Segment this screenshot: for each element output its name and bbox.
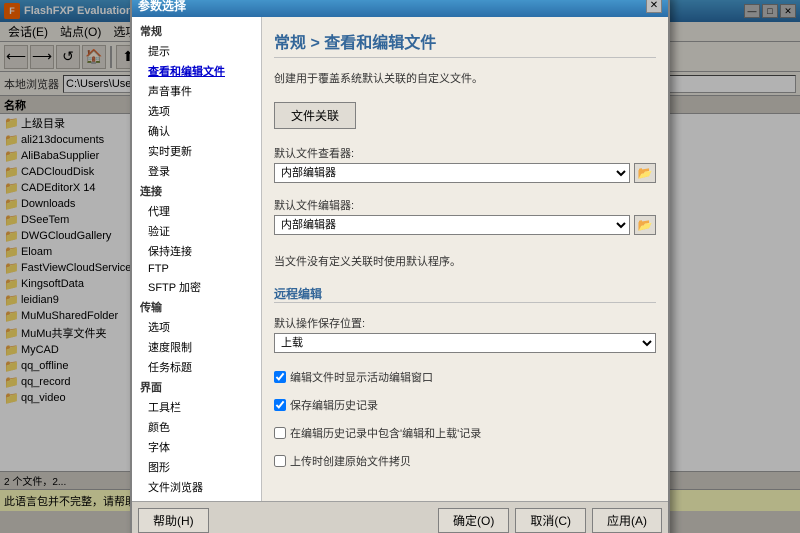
nav-item-fonts[interactable]: 字体	[132, 437, 261, 457]
nav-section-transfer: 传输	[132, 297, 261, 317]
checkbox-label-2: 保存编辑历史记录	[290, 397, 378, 413]
nav-item-prompt[interactable]: 提示	[132, 41, 261, 61]
nav-item-options[interactable]: 选项	[132, 101, 261, 121]
file-assoc-button[interactable]: 文件关联	[274, 102, 356, 129]
nav-item-transfer-options[interactable]: 选项	[132, 317, 261, 337]
viewer-select-row: 内部编辑器 📂	[274, 163, 656, 183]
nav-item-speed-limit[interactable]: 速度限制	[132, 337, 261, 357]
editor-browse-button[interactable]: 📂	[634, 215, 656, 235]
viewer-browse-button[interactable]: 📂	[634, 163, 656, 183]
modal-close-button[interactable]: ✕	[646, 0, 662, 13]
nav-item-sftp[interactable]: SFTP 加密	[132, 277, 261, 297]
nav-item-task-title[interactable]: 任务标题	[132, 357, 261, 377]
modal-overlay: 参数选择 ✕ 常规 提示 查看和编辑文件 声音事件 选项 确认 实时更新 登录 …	[0, 0, 800, 533]
modal-title-text: 参数选择	[138, 0, 186, 14]
nav-item-confirm[interactable]: 确认	[132, 121, 261, 141]
nav-item-file-browser[interactable]: 文件浏览器	[132, 477, 261, 497]
apply-button[interactable]: 应用(A)	[592, 508, 662, 533]
ok-button[interactable]: 确定(O)	[438, 508, 509, 533]
nav-section-ui: 界面	[132, 377, 261, 397]
viewer-form-row: 默认文件查看器: 内部编辑器 📂	[274, 145, 656, 183]
checkbox-row-2: 保存编辑历史记录	[274, 397, 656, 413]
modal-footer: 帮助(H) 确定(O) 取消(C) 应用(A)	[132, 501, 668, 533]
nav-item-auth[interactable]: 验证	[132, 221, 261, 241]
save-location-row: 默认操作保存位置: 上载 本地	[274, 315, 656, 353]
checkbox-save-history[interactable]	[274, 399, 286, 411]
nav-section-general: 常规	[132, 21, 261, 41]
cancel-button[interactable]: 取消(C)	[515, 508, 586, 533]
help-button[interactable]: 帮助(H)	[138, 508, 209, 533]
editor-label: 默认文件编辑器:	[274, 197, 656, 213]
modal-nav-panel: 常规 提示 查看和编辑文件 声音事件 选项 确认 实时更新 登录 连接 代理 验…	[132, 17, 262, 501]
content-title: 常规 > 查看和编辑文件	[274, 29, 656, 58]
nav-item-realtime[interactable]: 实时更新	[132, 141, 261, 161]
nav-item-colors[interactable]: 颜色	[132, 417, 261, 437]
save-location-label: 默认操作保存位置:	[274, 315, 656, 331]
nav-item-view-edit[interactable]: 查看和编辑文件	[132, 61, 261, 81]
no-assoc-text: 当文件没有定义关联时使用默认程序。	[274, 253, 656, 269]
modal-dialog: 参数选择 ✕ 常规 提示 查看和编辑文件 声音事件 选项 确认 实时更新 登录 …	[130, 0, 670, 533]
modal-title-bar: 参数选择 ✕	[132, 0, 668, 17]
save-location-select[interactable]: 上载 本地	[274, 333, 656, 353]
editor-select[interactable]: 内部编辑器	[274, 215, 630, 235]
checkbox-show-editor[interactable]	[274, 371, 286, 383]
checkbox-label-3: 在编辑历史记录中包含'编辑和上载'记录	[290, 425, 481, 441]
nav-item-sound[interactable]: 声音事件	[132, 81, 261, 101]
nav-item-proxy[interactable]: 代理	[132, 201, 261, 221]
checkbox-row-4: 上传时创建原始文件拷贝	[274, 453, 656, 469]
checkbox-label-4: 上传时创建原始文件拷贝	[290, 453, 411, 469]
modal-content-panel: 常规 > 查看和编辑文件 创建用于覆盖系统默认关联的自定义文件。 文件关联 默认…	[262, 17, 668, 501]
viewer-label: 默认文件查看器:	[274, 145, 656, 161]
checkbox-include-upload[interactable]	[274, 427, 286, 439]
editor-form-row: 默认文件编辑器: 内部编辑器 📂	[274, 197, 656, 235]
checkbox-row-1: 编辑文件时显示活动编辑窗口	[274, 369, 656, 385]
nav-item-keepalive[interactable]: 保持连接	[132, 241, 261, 261]
modal-body: 常规 提示 查看和编辑文件 声音事件 选项 确认 实时更新 登录 连接 代理 验…	[132, 17, 668, 501]
editor-select-row: 内部编辑器 📂	[274, 215, 656, 235]
nav-item-graphics[interactable]: 图形	[132, 457, 261, 477]
nav-item-toolbar[interactable]: 工具栏	[132, 397, 261, 417]
content-desc: 创建用于覆盖系统默认关联的自定义文件。	[274, 70, 656, 86]
nav-item-login[interactable]: 登录	[132, 161, 261, 181]
viewer-select[interactable]: 内部编辑器	[274, 163, 630, 183]
checkbox-row-3: 在编辑历史记录中包含'编辑和上载'记录	[274, 425, 656, 441]
remote-edit-section: 远程编辑	[274, 285, 656, 303]
nav-item-ftp[interactable]: FTP	[132, 261, 261, 277]
checkbox-label-1: 编辑文件时显示活动编辑窗口	[290, 369, 433, 385]
checkbox-create-backup[interactable]	[274, 455, 286, 467]
nav-section-connect: 连接	[132, 181, 261, 201]
